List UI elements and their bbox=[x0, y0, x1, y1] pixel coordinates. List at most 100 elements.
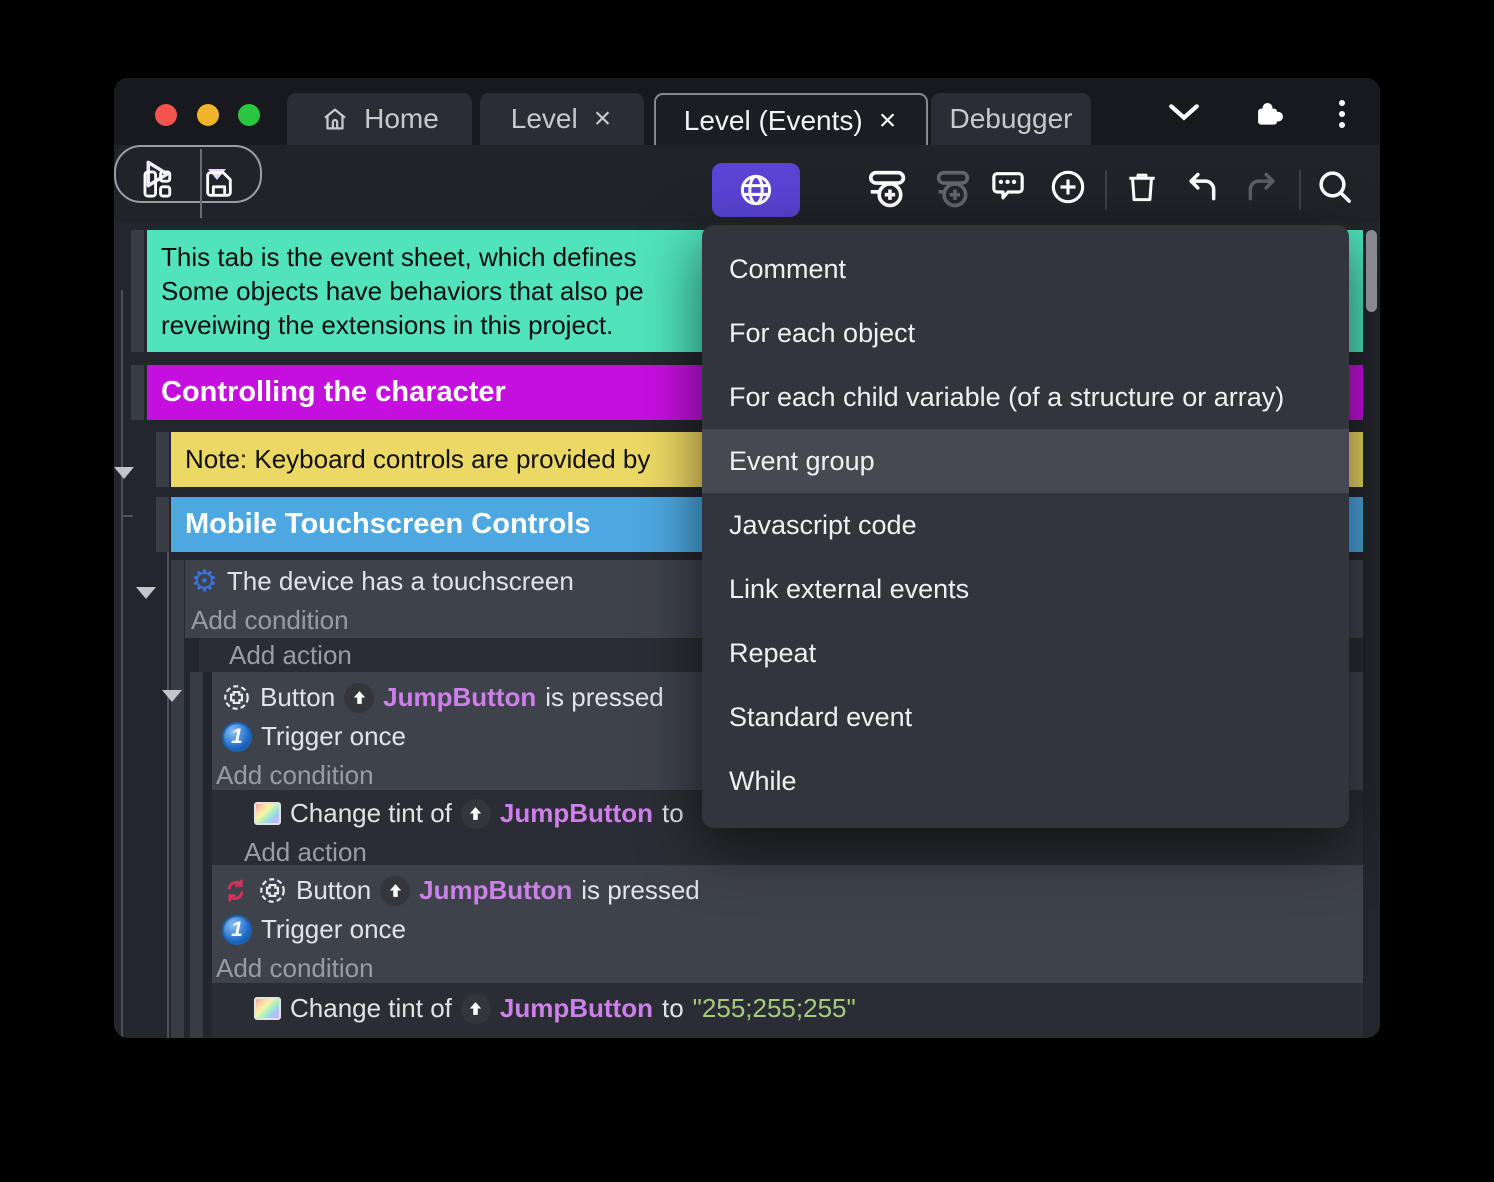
add-action-label: Add action bbox=[244, 1035, 367, 1038]
add-subevent-icon[interactable] bbox=[927, 163, 977, 213]
redo-icon[interactable] bbox=[1240, 165, 1284, 209]
close-window-button[interactable] bbox=[155, 104, 177, 126]
note-text: Note: Keyboard controls are provided by bbox=[185, 444, 651, 474]
undo-icon[interactable] bbox=[1180, 165, 1224, 209]
group-title: Mobile Touchscreen Controls bbox=[185, 508, 591, 540]
save-icon[interactable] bbox=[200, 165, 238, 203]
close-icon[interactable]: × bbox=[877, 106, 899, 136]
indent-guide bbox=[167, 515, 169, 1038]
menu-item-while[interactable]: While bbox=[702, 749, 1349, 813]
menu-item-for-each-object[interactable]: For each object bbox=[702, 301, 1349, 365]
condition-text: Trigger once bbox=[261, 914, 406, 944]
delete-trash-icon[interactable] bbox=[1120, 165, 1164, 209]
invert-condition-icon bbox=[222, 876, 249, 905]
tab-label: Level (Events) bbox=[683, 105, 863, 136]
play-preview-button[interactable] bbox=[114, 145, 262, 218]
button-pad-icon bbox=[258, 876, 287, 905]
menu-item-link-external-events[interactable]: Link external events bbox=[702, 557, 1349, 621]
jumpbutton-object-icon bbox=[380, 875, 411, 906]
title-bar: Home Level × Level (Events) × Debugger bbox=[114, 78, 1380, 147]
event-handle[interactable] bbox=[131, 365, 144, 420]
menu-item-comment[interactable]: Comment bbox=[702, 237, 1349, 301]
tab-level[interactable]: Level × bbox=[480, 93, 644, 145]
toolbar-divider bbox=[1299, 170, 1301, 210]
tab-label: Home bbox=[364, 103, 439, 134]
collapse-arrow-icon[interactable] bbox=[162, 690, 182, 702]
condition-text: Trigger once bbox=[261, 721, 406, 751]
search-icon[interactable] bbox=[1313, 165, 1357, 209]
add-event-context-menu: Comment For each object For each child v… bbox=[702, 225, 1349, 828]
button-pad-icon bbox=[222, 683, 251, 712]
jumpbutton-object-icon bbox=[460, 993, 491, 1024]
jumpbutton-object-icon bbox=[460, 798, 491, 829]
object-name: JumpButton bbox=[499, 993, 653, 1023]
tab-label: Debugger bbox=[949, 103, 1073, 134]
comment-dots: ••• bbox=[998, 174, 1018, 191]
tab-level-events[interactable]: Level (Events) × bbox=[654, 93, 928, 147]
event-handle[interactable] bbox=[190, 672, 203, 1038]
action-text: Change tint of bbox=[290, 993, 452, 1023]
globe-icon bbox=[740, 174, 772, 206]
add-condition-label: Add condition bbox=[191, 605, 349, 635]
event-handle[interactable] bbox=[156, 432, 169, 487]
tab-home[interactable]: Home bbox=[287, 93, 472, 145]
preview-over-network-button[interactable] bbox=[712, 163, 800, 217]
kebab-menu-icon[interactable] bbox=[1339, 100, 1347, 128]
trigger-once-icon: 1 bbox=[222, 721, 252, 752]
tab-label: Level bbox=[510, 103, 578, 134]
menu-item-repeat[interactable]: Repeat bbox=[702, 621, 1349, 685]
action-text: to bbox=[661, 798, 684, 828]
toolbar: ••• bbox=[114, 145, 1380, 222]
event-handle[interactable] bbox=[171, 560, 184, 1038]
add-condition-label: Add condition bbox=[216, 760, 374, 790]
collapse-arrow-icon[interactable] bbox=[136, 587, 156, 599]
group-title: Controlling the character bbox=[161, 376, 506, 408]
action-row[interactable]: Change tint of JumpButton to "255;255;25… bbox=[254, 989, 1363, 1028]
vertical-scrollbar-thumb[interactable] bbox=[1366, 230, 1377, 312]
object-name: JumpButton bbox=[383, 682, 537, 712]
add-condition-label: Add condition bbox=[216, 953, 374, 983]
circle-plus-icon[interactable] bbox=[1046, 165, 1090, 209]
toolbar-divider bbox=[1105, 170, 1107, 210]
event-handle[interactable] bbox=[156, 497, 169, 552]
indent-guide bbox=[121, 290, 123, 1038]
condition-text: Button bbox=[260, 682, 336, 712]
menu-item-event-group[interactable]: Event group bbox=[702, 429, 1349, 493]
add-action-label: Add action bbox=[229, 639, 352, 670]
trigger-once-icon: 1 bbox=[222, 914, 252, 945]
menu-item-for-each-child-variable[interactable]: For each child variable (of a structure … bbox=[702, 365, 1349, 429]
menu-item-standard-event[interactable]: Standard event bbox=[702, 685, 1349, 749]
collapse-arrow-icon[interactable] bbox=[114, 467, 134, 479]
condition-row[interactable]: 1 Trigger once bbox=[222, 910, 1363, 949]
action-text: Change tint of bbox=[290, 798, 452, 828]
menu-item-javascript-code[interactable]: Javascript code bbox=[702, 493, 1349, 557]
split-divider bbox=[200, 149, 202, 218]
close-icon[interactable]: × bbox=[592, 104, 614, 134]
action-text: to bbox=[661, 993, 684, 1023]
event-button-pressed-inverted[interactable]: Button JumpButton is pressed 1 Trigger o… bbox=[212, 865, 1363, 983]
object-name: JumpButton bbox=[499, 798, 653, 828]
panels-layout-icon[interactable] bbox=[138, 165, 176, 203]
tint-color-icon bbox=[254, 997, 281, 1020]
zoom-window-button[interactable] bbox=[238, 104, 260, 126]
extensions-puzzle-icon[interactable] bbox=[1248, 98, 1290, 128]
action-change-tint-value[interactable]: Change tint of JumpButton to "255;255;25… bbox=[212, 983, 1363, 1038]
event-handle[interactable] bbox=[131, 230, 144, 352]
condition-text: is pressed bbox=[545, 682, 664, 712]
indent-guide bbox=[121, 515, 133, 517]
add-action-button[interactable]: Add action bbox=[244, 1031, 1363, 1038]
object-name: JumpButton bbox=[419, 875, 573, 905]
app-window: Home Level × Level (Events) × Debugger •… bbox=[114, 78, 1380, 1038]
add-action-label: Add action bbox=[244, 837, 367, 867]
minimize-window-button[interactable] bbox=[197, 104, 219, 126]
home-icon bbox=[320, 104, 350, 134]
add-comment-icon[interactable]: ••• bbox=[986, 165, 1030, 209]
tab-debugger[interactable]: Debugger bbox=[931, 93, 1091, 145]
tabs-chevron-down-icon[interactable] bbox=[1164, 100, 1204, 124]
gear-icon: ⚙ bbox=[191, 564, 218, 598]
condition-row[interactable]: Button JumpButton is pressed bbox=[222, 871, 1363, 910]
condition-text: Button bbox=[296, 875, 372, 905]
add-event-icon[interactable] bbox=[864, 163, 914, 213]
jumpbutton-object-icon bbox=[344, 682, 375, 713]
condition-text: The device has a touchscreen bbox=[226, 566, 574, 596]
